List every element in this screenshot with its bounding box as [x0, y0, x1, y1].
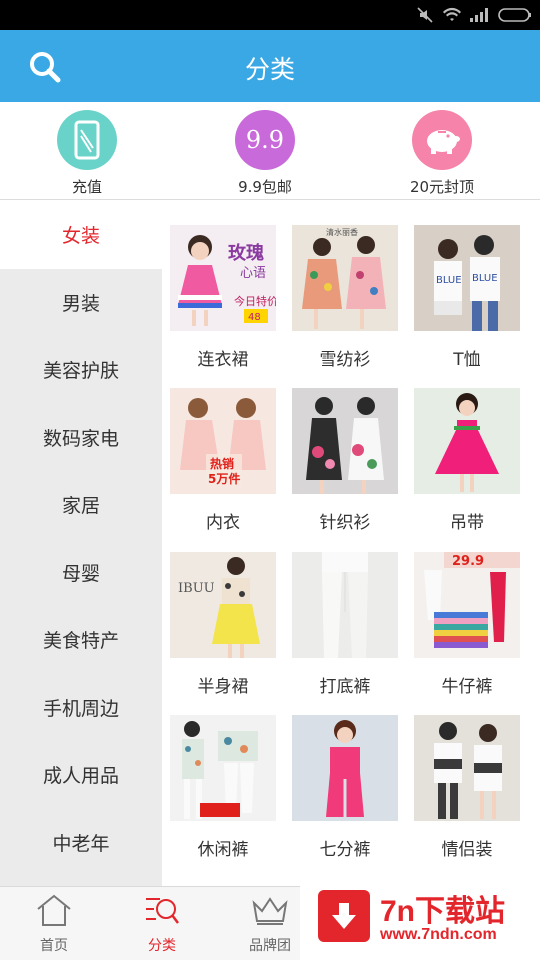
nine-nine-icon: 9.9 [235, 110, 295, 170]
category-label: 雪纺衫 [319, 350, 371, 370]
tab-category[interactable]: 分类 [108, 893, 216, 955]
sidebar-item-beauty[interactable]: 美容护肤 [0, 336, 162, 404]
category-label: 针织衫 [319, 513, 371, 533]
wifi-icon [443, 7, 461, 21]
category-grid: 玫瑰 心语 今日特价 48 连衣裙 清水丽香 雪纺衫 BLUE BLUE T恤 … [162, 201, 540, 886]
svg-text:心语: 心语 [240, 266, 266, 281]
quick-link-label: 充值 [71, 178, 102, 196]
status-icons [416, 5, 532, 25]
watermark: 7n下载站 www.7ndn.com [300, 878, 540, 960]
home-icon [37, 894, 71, 926]
status-bar [0, 0, 540, 30]
category-item[interactable]: IBUU 半身裙 [168, 552, 278, 697]
quick-links: 充值 9.9 9.9包邮 20元封顶 [0, 102, 540, 200]
product-image: 清水丽香 [292, 225, 398, 331]
svg-text:48: 48 [248, 312, 261, 323]
watermark-title: 7n下载站 [380, 895, 506, 928]
category-label: 休闲裤 [197, 840, 249, 860]
category-label: 半身裙 [197, 677, 249, 697]
sidebar-item-food[interactable]: 美食特产 [0, 606, 162, 674]
svg-text:IBUU: IBUU [178, 581, 215, 596]
sidebar-item-digital[interactable]: 数码家电 [0, 404, 162, 472]
category-label: 吊带 [450, 513, 484, 533]
category-search-icon [146, 898, 179, 924]
category-item[interactable]: 清水丽香 雪纺衫 [290, 225, 400, 370]
category-label: 内衣 [206, 513, 240, 533]
mute-icon [417, 7, 433, 23]
category-item[interactable]: 七分裤 [290, 715, 400, 860]
page-title: 分类 [244, 55, 295, 84]
quick-link-20-cap[interactable]: 20元封顶 [382, 110, 502, 197]
svg-text:热销: 热销 [210, 456, 234, 471]
svg-text:5万件: 5万件 [208, 471, 240, 486]
svg-text:清水丽香: 清水丽香 [326, 227, 358, 237]
category-item[interactable]: 针织衫 [290, 388, 400, 533]
crown-icon [252, 897, 288, 925]
product-image: 热销 5万件 [170, 388, 276, 494]
tab-home[interactable]: 首页 [0, 893, 108, 955]
phone-icon [57, 110, 117, 170]
app-header: 分类 [0, 30, 540, 102]
battery-icon [498, 8, 531, 22]
product-image [292, 552, 398, 658]
sidebar-item-home[interactable]: 家居 [0, 471, 162, 539]
category-item[interactable]: 打底裤 [290, 552, 400, 697]
sidebar-item-elderly[interactable]: 中老年 [0, 809, 162, 877]
product-image: 29.9 [414, 552, 520, 658]
product-image: BLUE BLUE [414, 225, 520, 331]
product-image [414, 388, 520, 494]
product-image [414, 715, 520, 821]
svg-text:玫瑰: 玫瑰 [228, 242, 264, 264]
download-icon [318, 890, 370, 942]
sidebar-item-phone-accessories[interactable]: 手机周边 [0, 674, 162, 742]
svg-text:BLUE: BLUE [472, 273, 498, 284]
svg-text:今日特价: 今日特价 [234, 294, 276, 308]
category-item[interactable]: 情侣装 [412, 715, 522, 860]
watermark-url: www.7ndn.com [380, 926, 497, 943]
category-label: 情侣装 [441, 840, 493, 860]
category-label: T恤 [453, 350, 481, 370]
category-label: 打底裤 [319, 677, 371, 697]
category-item[interactable]: 吊带 [412, 388, 522, 533]
category-sidebar: 女装 男装 美容护肤 数码家电 家居 母婴 美食特产 手机周边 成人用品 中老年 [0, 201, 162, 886]
category-item[interactable]: 热销 5万件 内衣 [168, 388, 278, 533]
product-image: IBUU [170, 552, 276, 658]
svg-text:29.9: 29.9 [452, 554, 484, 569]
product-image [170, 715, 276, 821]
quick-link-recharge[interactable]: 充值 [27, 110, 147, 197]
nine-nine-icon-text: 9.9 [245, 126, 285, 154]
piggy-bank-icon [412, 110, 472, 170]
quick-link-label: 9.9包邮 [238, 178, 292, 196]
product-image: 玫瑰 心语 今日特价 48 [170, 225, 276, 331]
category-item[interactable]: 休闲裤 [168, 715, 278, 860]
product-image [292, 715, 398, 821]
tab-label: 首页 [40, 938, 68, 954]
quick-link-9-9[interactable]: 9.9 9.9包邮 [205, 110, 325, 197]
category-label: 七分裤 [319, 840, 371, 860]
svg-text:BLUE: BLUE [436, 275, 462, 286]
signal-icon [470, 8, 488, 22]
category-item[interactable]: BLUE BLUE T恤 [412, 225, 522, 370]
quick-link-label: 20元封顶 [409, 178, 475, 196]
sidebar-item-womens[interactable]: 女装 [0, 201, 162, 269]
category-label: 牛仔裤 [441, 677, 493, 697]
tab-label: 分类 [148, 938, 176, 954]
sidebar-item-mens[interactable]: 男装 [0, 269, 162, 337]
product-image [292, 388, 398, 494]
category-item[interactable]: 29.9 牛仔裤 [412, 552, 522, 697]
sidebar-item-baby[interactable]: 母婴 [0, 539, 162, 607]
category-item[interactable]: 玫瑰 心语 今日特价 48 连衣裙 [168, 225, 278, 370]
category-label: 连衣裙 [197, 350, 249, 370]
sidebar-item-adult[interactable]: 成人用品 [0, 741, 162, 809]
